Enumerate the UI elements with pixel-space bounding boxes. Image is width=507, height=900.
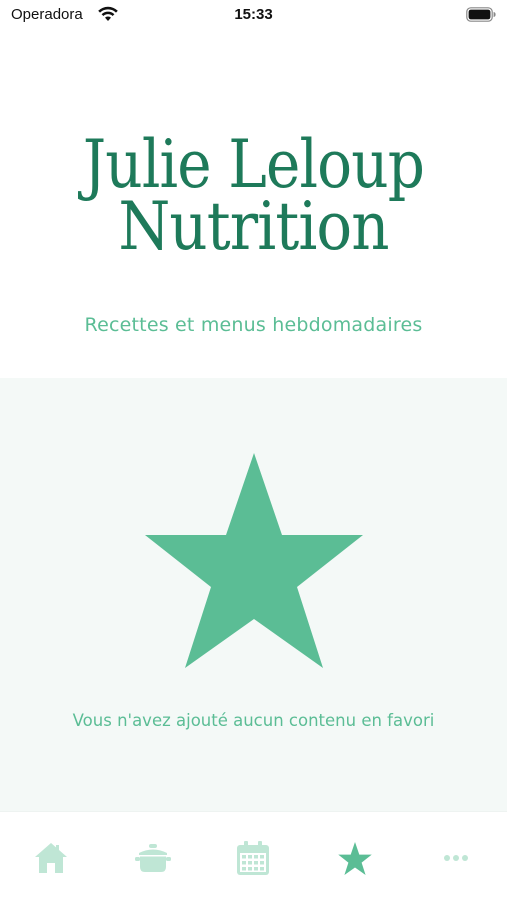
tab-home[interactable] [31,838,71,878]
calendar-icon [237,841,269,875]
tab-favorites[interactable] [335,838,375,878]
tab-bar [0,811,507,900]
star-icon [338,841,372,875]
tab-calendar[interactable] [233,838,273,878]
star-icon [145,453,363,668]
tab-more[interactable] [436,838,476,878]
battery-icon [466,7,496,22]
brand-name-line2: Nutrition [118,188,389,265]
empty-favorites-message: Vous n'avez ajouté aucun contenu en favo… [72,711,435,730]
cooking-pot-icon [135,844,171,872]
home-icon [35,843,67,873]
more-dots-icon [444,855,468,861]
status-bar: Operadora 15:33 [0,0,507,32]
status-time: 15:33 [234,6,273,23]
brand-name-line1: Julie Leloup [82,126,425,203]
tab-recipes[interactable] [133,838,173,878]
tagline: Recettes et menus hebdomadaires [84,314,423,336]
brand-logo: Julie Leloup Nutrition [0,126,507,265]
